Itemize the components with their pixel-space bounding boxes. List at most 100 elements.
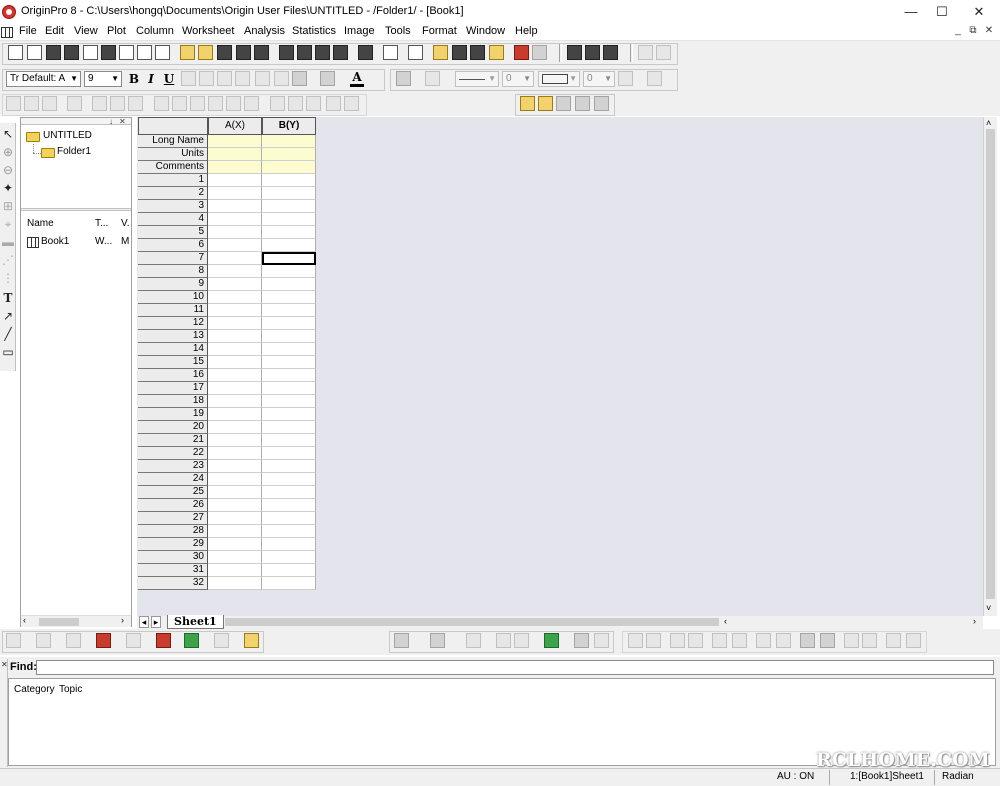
scroll-up-icon[interactable]: ˄	[986, 118, 991, 128]
new-excel-icon[interactable]	[46, 45, 61, 60]
data-cell[interactable]	[208, 343, 262, 356]
code-builder-icon[interactable]	[470, 45, 485, 60]
increase-font-icon[interactable]	[255, 71, 270, 86]
row-header[interactable]: 24	[138, 473, 208, 486]
data-cell[interactable]	[208, 538, 262, 551]
explorer-hscrollbar[interactable]: ‹ ›	[21, 615, 131, 627]
results-log-icon[interactable]	[433, 45, 448, 60]
row-header[interactable]: 29	[138, 538, 208, 551]
tab-sheet1[interactable]: Sheet1	[167, 615, 224, 629]
row-header[interactable]: 18	[138, 395, 208, 408]
line-width-combo[interactable]: 0 ▼	[502, 71, 534, 87]
meta-row-label[interactable]: Units	[138, 148, 208, 161]
data-cell[interactable]	[208, 187, 262, 200]
mask-range-icon[interactable]	[538, 96, 553, 111]
italic-button[interactable]: I	[144, 71, 158, 87]
menu-file[interactable]: File	[19, 25, 37, 37]
contour-icon[interactable]	[544, 633, 559, 648]
draw-data-icon[interactable]: ⋰	[1, 253, 15, 267]
screen-reader-icon[interactable]: ✦	[1, 181, 15, 195]
subscript-icon[interactable]	[199, 71, 214, 86]
scroll-left-icon[interactable]: ‹	[23, 615, 26, 625]
menu-view[interactable]: View	[74, 25, 98, 37]
data-cell[interactable]	[208, 304, 262, 317]
line-color-icon[interactable]	[425, 71, 440, 86]
data-cell[interactable]	[208, 317, 262, 330]
column-header[interactable]: B(Y)	[262, 117, 316, 135]
data-cell[interactable]	[262, 538, 316, 551]
data-cell[interactable]	[262, 317, 316, 330]
hscroll-right-icon[interactable]: ›	[973, 616, 976, 626]
duplicate-icon[interactable]	[383, 45, 398, 60]
maximize-button[interactable]: ☐	[924, 0, 960, 24]
data-cell[interactable]	[262, 304, 316, 317]
area-plot-icon[interactable]	[184, 633, 199, 648]
image-plot-icon[interactable]	[574, 633, 589, 648]
menu-help[interactable]: Help	[515, 25, 538, 37]
command-window-icon[interactable]	[452, 45, 467, 60]
data-cell[interactable]	[208, 291, 262, 304]
tab-topic[interactable]: Topic	[59, 684, 82, 695]
zoom-in-tool-icon[interactable]: ⊕	[1, 145, 15, 159]
border-width-combo[interactable]: 0 ▼	[583, 71, 615, 87]
data-cell[interactable]	[262, 200, 316, 213]
font-size-combo[interactable]: 9 ▼	[84, 71, 122, 87]
row-header[interactable]: 23	[138, 460, 208, 473]
data-cell[interactable]	[208, 525, 262, 538]
line-symbol-plot-icon[interactable]	[66, 633, 81, 648]
3d-waterfall-icon[interactable]	[466, 633, 481, 648]
add-new-columns-icon[interactable]	[638, 45, 653, 60]
front-icon[interactable]	[800, 633, 815, 648]
row-header[interactable]: 5	[138, 226, 208, 239]
meta-cell[interactable]	[208, 148, 262, 161]
row-header[interactable]: 8	[138, 265, 208, 278]
import-wizard-icon[interactable]	[315, 45, 330, 60]
row-header[interactable]: 22	[138, 447, 208, 460]
decrease-font-icon[interactable]	[274, 71, 289, 86]
line-tool-icon[interactable]: ╱	[1, 327, 15, 341]
row-header[interactable]: 31	[138, 564, 208, 577]
data-cell[interactable]	[208, 369, 262, 382]
set-column-values-icon[interactable]	[656, 45, 671, 60]
new-function-icon[interactable]	[101, 45, 116, 60]
data-cell[interactable]	[262, 278, 316, 291]
menu-statistics[interactable]: Statistics	[292, 25, 336, 37]
data-cell[interactable]	[262, 395, 316, 408]
polar-plot-icon[interactable]	[214, 633, 229, 648]
data-cell[interactable]	[262, 525, 316, 538]
data-cell[interactable]	[262, 174, 316, 187]
3d-surface-icon[interactable]	[394, 633, 409, 648]
row-header[interactable]: 6	[138, 239, 208, 252]
data-cell[interactable]	[208, 174, 262, 187]
new-template-icon[interactable]	[155, 45, 170, 60]
hide-mask-icon[interactable]	[594, 96, 609, 111]
data-cell[interactable]	[208, 447, 262, 460]
list-col-name[interactable]: Name	[27, 218, 54, 229]
row-header[interactable]: 2	[138, 187, 208, 200]
bold-button[interactable]: B	[127, 71, 141, 87]
explorer-scroll-thumb[interactable]	[39, 618, 79, 626]
row-header[interactable]: 12	[138, 317, 208, 330]
data-cell[interactable]	[262, 486, 316, 499]
panel-close-icon[interactable]: ✕	[1, 660, 8, 669]
menu-column[interactable]: Column	[136, 25, 174, 37]
menu-tools[interactable]: Tools	[385, 25, 411, 37]
data-cell[interactable]	[208, 408, 262, 421]
data-cell[interactable]	[208, 252, 262, 265]
data-cell[interactable]	[262, 473, 316, 486]
data-cell[interactable]	[208, 460, 262, 473]
data-cell[interactable]	[208, 486, 262, 499]
folder-node[interactable]: Folder1	[57, 146, 91, 157]
font-name-combo[interactable]: Tr Default: A ▼	[6, 71, 81, 87]
row-header[interactable]: 25	[138, 486, 208, 499]
3d-wall-icon[interactable]	[496, 633, 511, 648]
mdi-close-button[interactable]: ✕	[982, 25, 996, 39]
hscroll-left-icon[interactable]: ‹	[724, 616, 727, 626]
data-cell[interactable]	[208, 213, 262, 226]
meta-cell[interactable]	[208, 135, 262, 148]
print-icon[interactable]	[358, 45, 373, 60]
data-cell[interactable]	[262, 343, 316, 356]
cut-icon[interactable]	[567, 45, 582, 60]
back-icon[interactable]	[820, 633, 835, 648]
data-cell[interactable]	[208, 226, 262, 239]
